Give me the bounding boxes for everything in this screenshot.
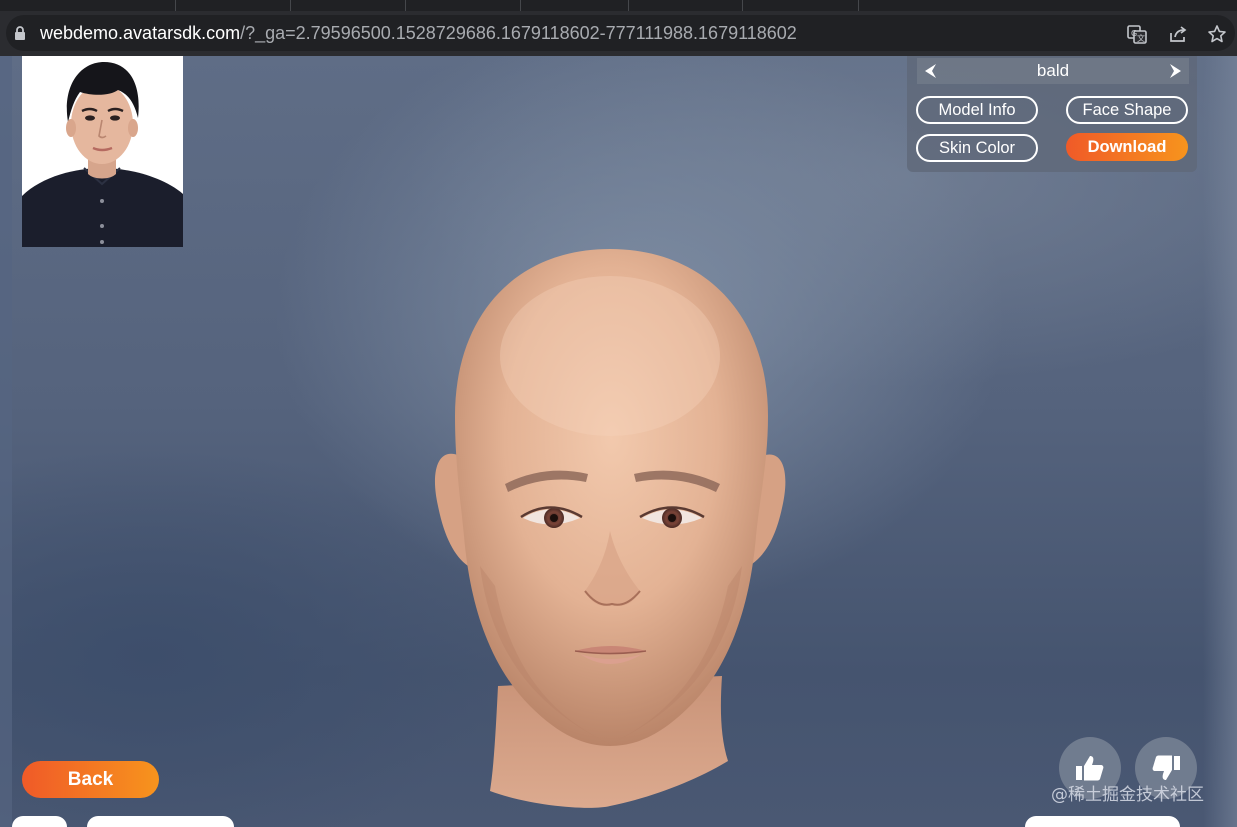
back-button[interactable]: Back — [22, 761, 159, 798]
bottom-round-button[interactable] — [12, 816, 67, 827]
face-shape-button[interactable]: Face Shape — [1066, 96, 1188, 124]
download-button[interactable]: Download — [1066, 133, 1188, 161]
viewport-edge-left — [0, 56, 12, 827]
source-photo — [22, 56, 183, 247]
avatar-control-panel: bald Model Info Face Shape Skin Color Do… — [907, 56, 1197, 172]
share-icon[interactable] — [1168, 24, 1188, 44]
avatar-viewport[interactable]: bald Model Info Face Shape Skin Color Do… — [0, 56, 1237, 827]
model-info-button[interactable]: Model Info — [916, 96, 1038, 124]
url-host: webdemo.avatarsdk.com — [40, 23, 241, 43]
hair-style-name: bald — [1036, 61, 1070, 80]
bookmark-star-icon[interactable] — [1207, 24, 1227, 44]
svg-text:文: 文 — [1137, 33, 1145, 43]
skin-color-button[interactable]: Skin Color — [916, 134, 1038, 162]
lock-icon[interactable] — [14, 26, 26, 41]
next-hair-arrow-icon[interactable] — [1163, 59, 1187, 83]
bottom-right-pill-button[interactable] — [1025, 816, 1180, 827]
tab-strip — [0, 0, 1237, 11]
bottom-pill-button[interactable] — [87, 816, 234, 827]
viewport-edge-right — [1203, 56, 1237, 827]
hair-style-selector: bald — [917, 58, 1189, 84]
translate-icon[interactable]: G 文 — [1127, 24, 1147, 44]
watermark-text: @稀土掘金技术社区 — [1051, 785, 1204, 805]
url-text[interactable]: webdemo.avatarsdk.com/?_ga=2.79596500.15… — [40, 23, 797, 43]
url-path: /?_ga=2.79596500.1528729686.1679118602-7… — [240, 23, 797, 43]
avatar-head-model[interactable] — [420, 246, 800, 811]
browser-toolbar: webdemo.avatarsdk.com/?_ga=2.79596500.15… — [0, 0, 1237, 56]
